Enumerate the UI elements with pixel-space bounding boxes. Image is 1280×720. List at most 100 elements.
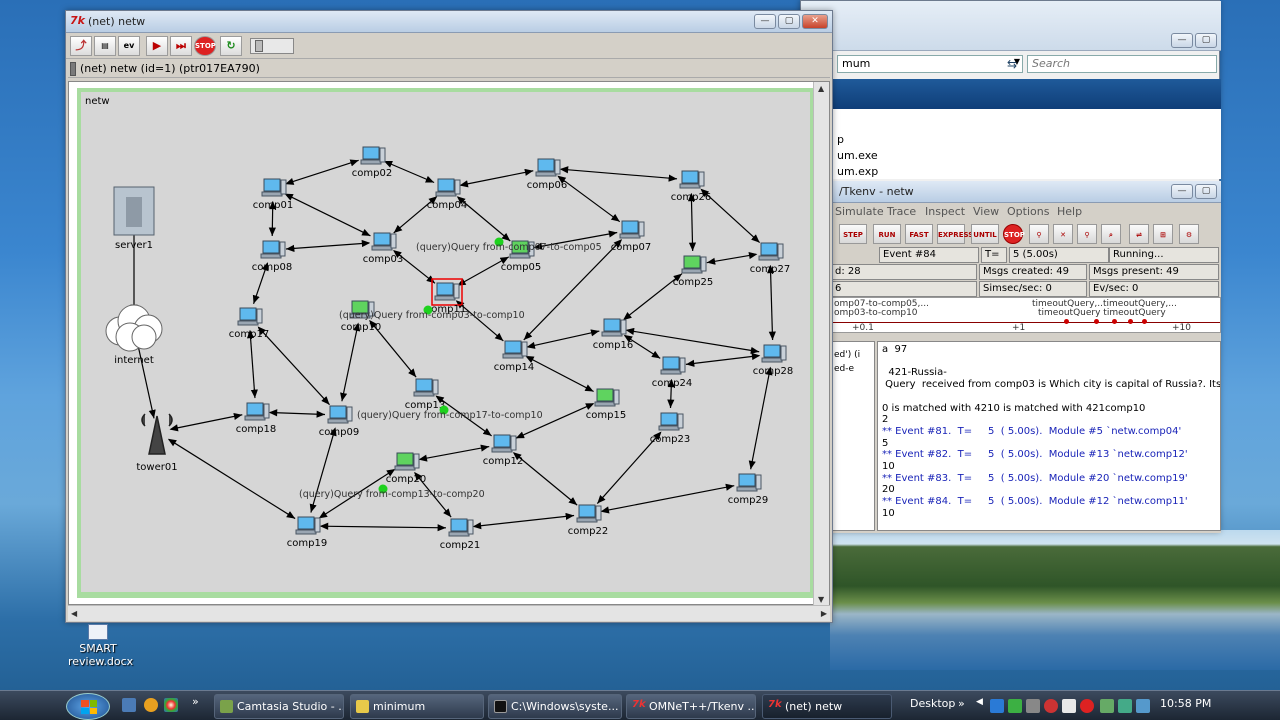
vertical-scrollbar[interactable]: ▲ ▼: [813, 82, 829, 606]
show-desktop-icon[interactable]: [122, 698, 136, 712]
run-button[interactable]: RUN: [873, 224, 901, 244]
minimize-button[interactable]: —: [1171, 184, 1193, 199]
fast-run-icon[interactable]: ⏭: [170, 36, 192, 56]
node-comp03[interactable]: comp03: [363, 232, 403, 265]
task-tkenv[interactable]: 7k OMNeT++/Tkenv ...: [626, 694, 756, 719]
node-comp07[interactable]: comp07: [611, 220, 651, 253]
stop-button[interactable]: STOP: [1003, 224, 1025, 244]
find-icon[interactable]: ⚲: [1077, 224, 1097, 244]
refresh-icon[interactable]: ↻: [220, 36, 242, 56]
node-comp18[interactable]: comp18: [236, 402, 276, 435]
network-canvas-area[interactable]: netw server1 internet tower01 comp01 comp02 c…: [68, 81, 830, 606]
search-input[interactable]: Search: [1027, 55, 1217, 73]
menu-options[interactable]: Options: [1007, 205, 1049, 218]
desktop-file-icon[interactable]: SMART review.docx: [68, 624, 133, 668]
minimize-button[interactable]: —: [1171, 33, 1193, 48]
quicklaunch-more-icon[interactable]: »: [192, 695, 199, 708]
node-comp29[interactable]: comp29: [728, 473, 768, 506]
speaker-tray-icon[interactable]: [1136, 699, 1150, 713]
step-button[interactable]: STEP: [839, 224, 867, 244]
node-comp27[interactable]: comp27: [750, 242, 790, 275]
slider-thumb[interactable]: [255, 40, 263, 52]
recorder-tray-icon[interactable]: [1080, 699, 1094, 713]
task-camtasia[interactable]: Camtasia Studio - ...: [214, 694, 344, 719]
node-comp12[interactable]: comp12: [483, 434, 523, 467]
desktop-toolbar-label[interactable]: Desktop: [910, 697, 955, 710]
parent-module-icon[interactable]: ⤴: [70, 36, 92, 56]
network-tray-icon[interactable]: [990, 699, 1004, 713]
close-button[interactable]: ✕: [802, 14, 828, 29]
stop-icon[interactable]: STOP: [194, 36, 216, 56]
chrome-icon[interactable]: [164, 698, 178, 712]
network-canvas[interactable]: netw server1 internet tower01 comp01 comp02 c…: [81, 92, 810, 592]
node-comp06[interactable]: comp06: [527, 158, 567, 191]
node-tower01[interactable]: tower01: [136, 413, 178, 473]
address-bar[interactable]: mum ▼: [837, 55, 1023, 73]
node-comp24[interactable]: comp24: [652, 356, 692, 389]
tree-item[interactable]: ed-e: [834, 364, 854, 374]
menu-view[interactable]: View: [973, 205, 999, 218]
timeline-icon[interactable]: ⇌: [1129, 224, 1149, 244]
start-button[interactable]: [66, 693, 110, 720]
update-tray-icon[interactable]: [1026, 699, 1040, 713]
tray-expand-icon[interactable]: ◀: [976, 697, 983, 707]
antivirus-tray-icon[interactable]: [1044, 699, 1058, 713]
maximize-button[interactable]: ▢: [778, 14, 800, 29]
step-icon[interactable]: ▶: [146, 36, 168, 56]
node-comp09[interactable]: comp09: [319, 405, 359, 438]
minimize-button[interactable]: —: [754, 14, 776, 29]
node-comp04[interactable]: comp04: [427, 178, 467, 211]
prefs-icon[interactable]: ⚙: [1179, 224, 1199, 244]
fast-button[interactable]: FAST: [905, 224, 933, 244]
menu-help[interactable]: Help: [1057, 205, 1082, 218]
tkenv-window[interactable]: — ▢ mum ▼ ⇆ Search p um.exe um.exp /Tken…: [800, 0, 1221, 533]
power-tray-icon[interactable]: [1100, 699, 1114, 713]
node-comp08[interactable]: comp08: [252, 240, 292, 273]
net-titlebar[interactable]: 7k (net) netw — ▢ ✕: [66, 11, 832, 33]
sync-tray-icon[interactable]: [1118, 699, 1132, 713]
event-timeline[interactable]: omp07-to-comp05,... omp03-to-comp10 time…: [831, 297, 1221, 333]
scroll-right-icon[interactable]: ▶: [821, 609, 827, 618]
horizontal-scrollbar[interactable]: ◀ ▶: [68, 605, 830, 621]
tree-item[interactable]: ed') (i: [834, 350, 860, 360]
task-cmd[interactable]: C:\Windows\syste...: [488, 694, 622, 719]
zoom-slider[interactable]: [250, 38, 294, 54]
clock[interactable]: 10:58 PM: [1160, 697, 1211, 710]
list-item[interactable]: p: [837, 133, 844, 146]
ev-log-icon[interactable]: ev: [118, 36, 140, 56]
net-window[interactable]: 7k (net) netw — ▢ ✕ ⤴ ▤ ev ▶ ⏭ STOP ↻ (n…: [65, 10, 833, 623]
node-comp20[interactable]: comp20: [386, 452, 426, 485]
node-server1[interactable]: server1: [113, 186, 155, 251]
module-output-icon[interactable]: ▤: [94, 36, 116, 56]
task-minimum[interactable]: minimum: [350, 694, 484, 719]
node-comp21[interactable]: comp21: [440, 518, 480, 551]
menu-inspect[interactable]: Inspect: [925, 205, 965, 218]
express-button[interactable]: EXPRESS: [937, 224, 973, 244]
node-comp17[interactable]: comp17: [229, 307, 269, 340]
tkenv-titlebar[interactable]: /Tkenv - netw — ▢: [801, 181, 1221, 203]
node-comp16[interactable]: comp16: [593, 318, 633, 351]
node-comp23[interactable]: comp23: [650, 412, 690, 445]
scroll-down-icon[interactable]: ▼: [818, 595, 824, 604]
volume-tray-icon[interactable]: [1062, 699, 1076, 713]
network-graph[interactable]: server1 internet tower01 comp01 comp02 comp03…: [81, 92, 810, 592]
node-comp13[interactable]: comp13: [405, 378, 445, 411]
list-item[interactable]: um.exp: [837, 165, 878, 178]
node-comp28[interactable]: comp28: [753, 344, 793, 377]
menu-simulate[interactable]: Simulate: [835, 205, 884, 218]
maximize-button[interactable]: ▢: [1195, 184, 1217, 199]
node-comp19[interactable]: comp19: [287, 516, 327, 549]
toolbar-more-icon[interactable]: »: [958, 697, 965, 710]
menu-trace[interactable]: Trace: [887, 205, 916, 218]
firefox-icon[interactable]: [144, 698, 158, 712]
refresh-icon[interactable]: ⇆: [1007, 57, 1017, 71]
event-log[interactable]: a 97 421-Russia- Query received from com…: [877, 341, 1221, 531]
scroll-left-icon[interactable]: ◀: [71, 609, 77, 618]
node-comp15[interactable]: comp15: [586, 388, 626, 421]
maximize-button[interactable]: ▢: [1195, 33, 1217, 48]
until-button[interactable]: UNTIL: [971, 224, 999, 244]
node-comp25[interactable]: comp25: [673, 255, 713, 288]
list-item[interactable]: um.exe: [837, 149, 878, 162]
node-comp02[interactable]: comp02: [352, 146, 392, 179]
scroll-up-icon[interactable]: ▲: [818, 84, 824, 93]
